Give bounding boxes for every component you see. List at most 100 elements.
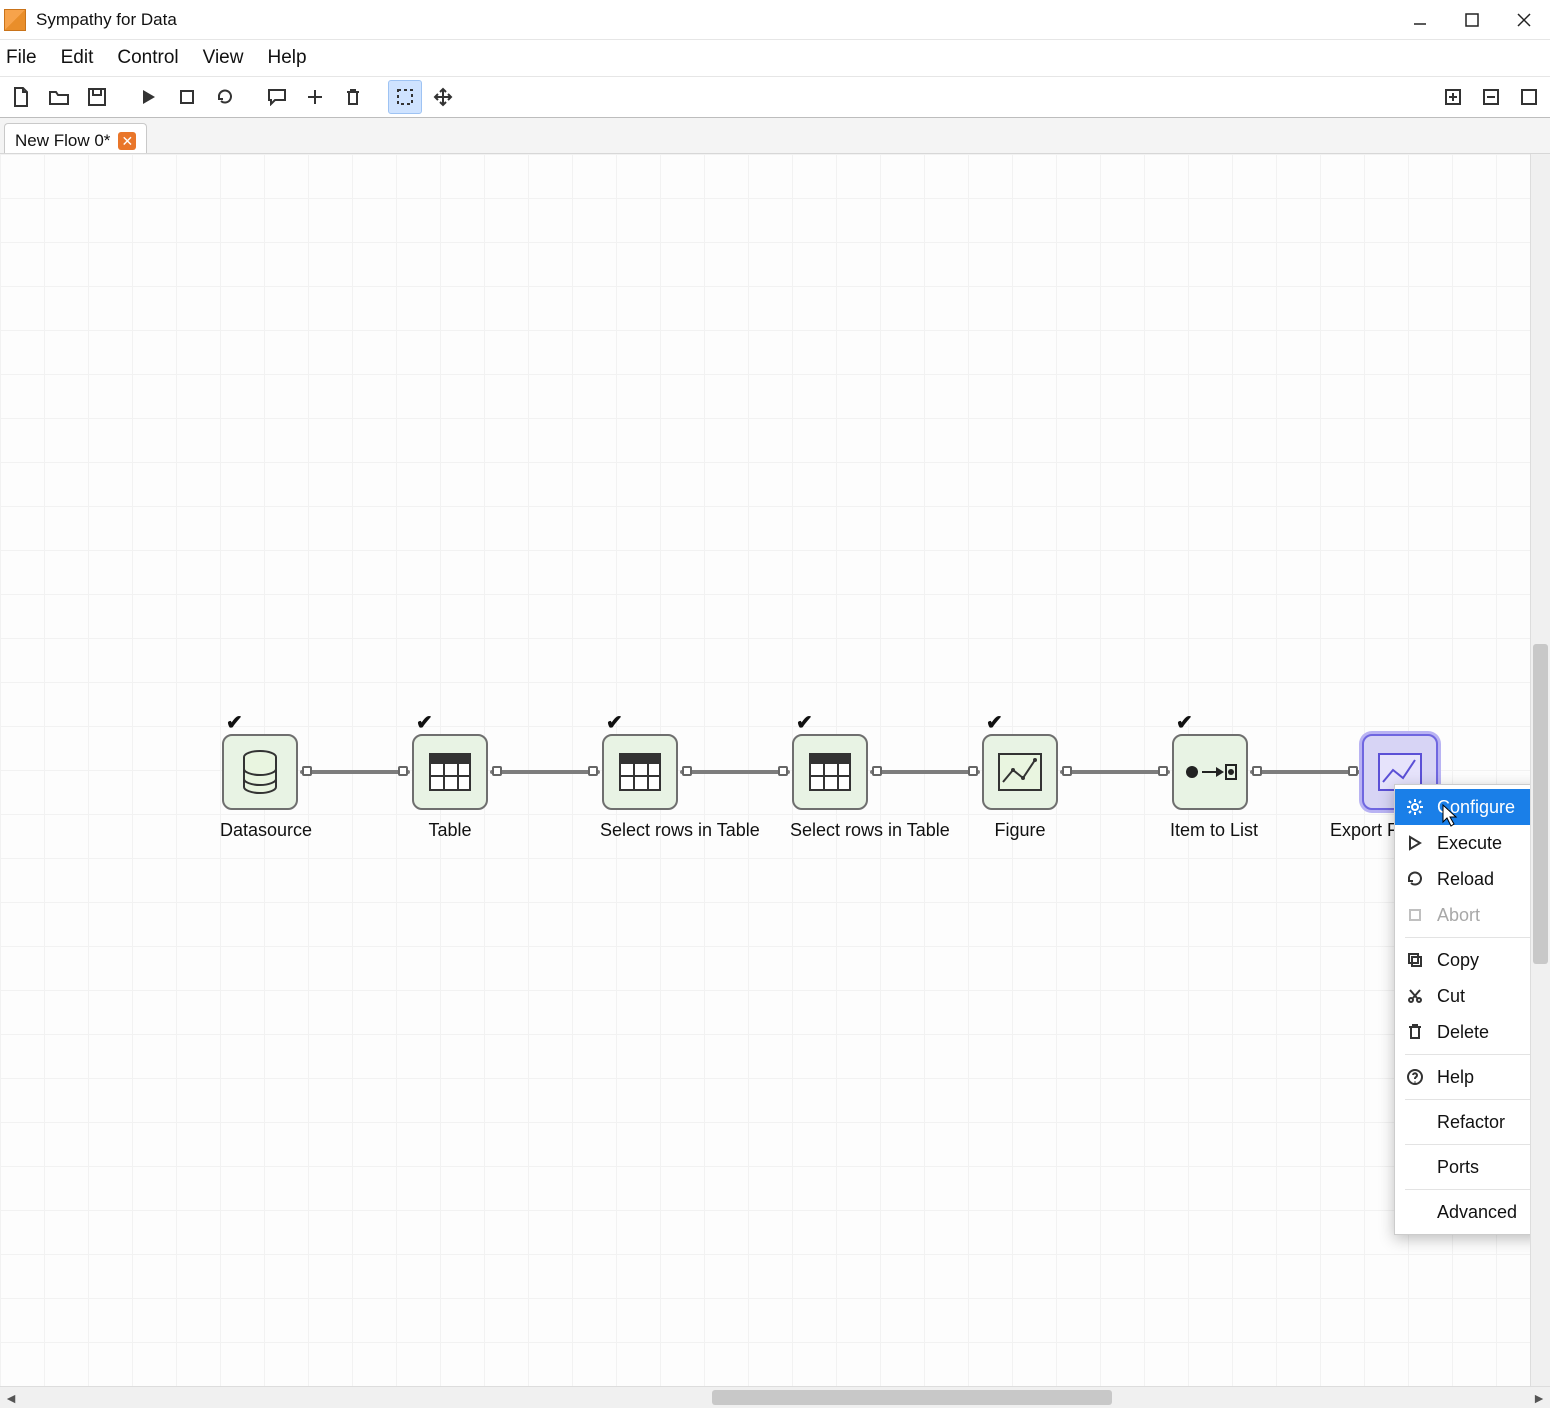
input-port[interactable] xyxy=(588,766,598,776)
table-icon xyxy=(618,752,662,792)
collapse-all-button[interactable] xyxy=(1512,80,1546,114)
tab-close-button[interactable]: ✕ xyxy=(118,132,136,150)
context-menu-execute[interactable]: Execute xyxy=(1395,825,1541,861)
input-port[interactable] xyxy=(1158,766,1168,776)
node-label: Datasource xyxy=(220,820,300,841)
menu-control[interactable]: Control xyxy=(117,47,178,69)
scroll-thumb[interactable] xyxy=(712,1390,1112,1405)
output-port[interactable] xyxy=(1252,766,1262,776)
node-table[interactable]: ✔ Table xyxy=(410,734,490,841)
input-port[interactable] xyxy=(1348,766,1358,776)
wire[interactable] xyxy=(1250,770,1360,774)
new-file-button[interactable] xyxy=(4,80,38,114)
context-menu-configure[interactable]: Configure xyxy=(1395,789,1541,825)
check-icon: ✔ xyxy=(1176,710,1193,735)
context-menu-label: Ports xyxy=(1437,1157,1479,1178)
scroll-thumb[interactable] xyxy=(1533,644,1548,964)
pan-tool-button[interactable] xyxy=(426,80,460,114)
wire[interactable] xyxy=(490,770,600,774)
context-menu-abort: Abort xyxy=(1395,897,1541,933)
stop-icon xyxy=(179,89,195,105)
context-menu: Configure Execute Reload Abort Copy Cut … xyxy=(1394,784,1542,1235)
context-menu-copy[interactable]: Copy xyxy=(1395,942,1541,978)
minus-box-icon xyxy=(1482,88,1500,106)
delete-button[interactable] xyxy=(336,80,370,114)
node-select-rows-1[interactable]: ✔ Select rows in Table xyxy=(600,734,680,841)
tab-new-flow-0[interactable]: New Flow 0* ✕ xyxy=(4,123,147,153)
context-menu-delete[interactable]: Delete xyxy=(1395,1014,1541,1050)
run-button[interactable] xyxy=(132,80,166,114)
wire[interactable] xyxy=(1060,770,1170,774)
output-port[interactable] xyxy=(872,766,882,776)
node-datasource[interactable]: ✔ Datasource xyxy=(220,734,300,841)
add-button[interactable] xyxy=(298,80,332,114)
input-port[interactable] xyxy=(968,766,978,776)
toolbar xyxy=(0,76,1550,118)
node-figure[interactable]: ✔ Figure xyxy=(980,734,1060,841)
move-icon xyxy=(433,87,453,107)
play-icon xyxy=(1405,833,1425,853)
wire[interactable] xyxy=(680,770,790,774)
refresh-icon xyxy=(1405,869,1425,889)
minimize-button[interactable] xyxy=(1394,0,1446,40)
window-title: Sympathy for Data xyxy=(36,10,177,30)
plus-icon xyxy=(306,88,324,106)
flow-graph: ✔ Datasource ✔ xyxy=(220,734,1490,894)
cut-icon xyxy=(1405,986,1425,1006)
context-menu-advanced[interactable]: Advanced xyxy=(1395,1194,1541,1230)
output-port[interactable] xyxy=(492,766,502,776)
context-menu-help[interactable]: Help xyxy=(1395,1059,1541,1095)
database-icon xyxy=(240,749,280,795)
close-window-button[interactable] xyxy=(1498,0,1550,40)
context-menu-label: Refactor xyxy=(1437,1112,1505,1133)
separator xyxy=(1405,937,1531,938)
menu-view[interactable]: View xyxy=(203,47,244,69)
output-port[interactable] xyxy=(682,766,692,776)
input-port[interactable] xyxy=(398,766,408,776)
context-menu-label: Abort xyxy=(1437,905,1480,926)
refresh-icon xyxy=(215,87,235,107)
reload-button[interactable] xyxy=(208,80,242,114)
check-icon: ✔ xyxy=(416,710,433,735)
context-menu-ports[interactable]: Ports xyxy=(1395,1149,1541,1185)
wire[interactable] xyxy=(870,770,980,774)
node-select-rows-2[interactable]: ✔ Select rows in Table xyxy=(790,734,870,841)
selection-tool-button[interactable] xyxy=(388,80,422,114)
save-button[interactable] xyxy=(80,80,114,114)
horizontal-scrollbar[interactable]: ◄ ► xyxy=(0,1386,1550,1408)
output-port[interactable] xyxy=(1062,766,1072,776)
maximize-button[interactable] xyxy=(1446,0,1498,40)
plus-box-icon xyxy=(1444,88,1462,106)
node-item-to-list[interactable]: ✔ Item to List xyxy=(1170,734,1250,841)
stop-button[interactable] xyxy=(170,80,204,114)
node-label: Table xyxy=(410,820,490,841)
context-menu-label: Reload xyxy=(1437,869,1494,890)
wire[interactable] xyxy=(300,770,410,774)
context-menu-reload[interactable]: Reload xyxy=(1395,861,1541,897)
menu-help[interactable]: Help xyxy=(267,47,306,69)
context-menu-refactor[interactable]: Refactor xyxy=(1395,1104,1541,1140)
stop-icon xyxy=(1405,905,1425,925)
scroll-right-arrow[interactable]: ► xyxy=(1528,1387,1550,1408)
output-port[interactable] xyxy=(302,766,312,776)
trash-icon xyxy=(1405,1022,1425,1042)
expand-button[interactable] xyxy=(1436,80,1470,114)
check-icon: ✔ xyxy=(796,710,813,735)
gear-icon xyxy=(1405,797,1425,817)
comment-button[interactable] xyxy=(260,80,294,114)
canvas-area[interactable]: ✔ Datasource ✔ xyxy=(0,154,1550,1386)
input-port[interactable] xyxy=(778,766,788,776)
context-menu-cut[interactable]: Cut xyxy=(1395,978,1541,1014)
scroll-left-arrow[interactable]: ◄ xyxy=(0,1387,22,1408)
separator xyxy=(1405,1054,1531,1055)
menu-edit[interactable]: Edit xyxy=(61,47,94,69)
collapse-button[interactable] xyxy=(1474,80,1508,114)
node-label: Select rows in Table xyxy=(790,820,870,841)
menu-bar: File Edit Control View Help xyxy=(0,40,1550,76)
menu-file[interactable]: File xyxy=(6,47,37,69)
close-icon: ✕ xyxy=(122,134,134,148)
context-menu-label: Help xyxy=(1437,1067,1474,1088)
open-button[interactable] xyxy=(42,80,76,114)
file-icon xyxy=(11,86,31,108)
vertical-scrollbar[interactable] xyxy=(1530,154,1550,1386)
